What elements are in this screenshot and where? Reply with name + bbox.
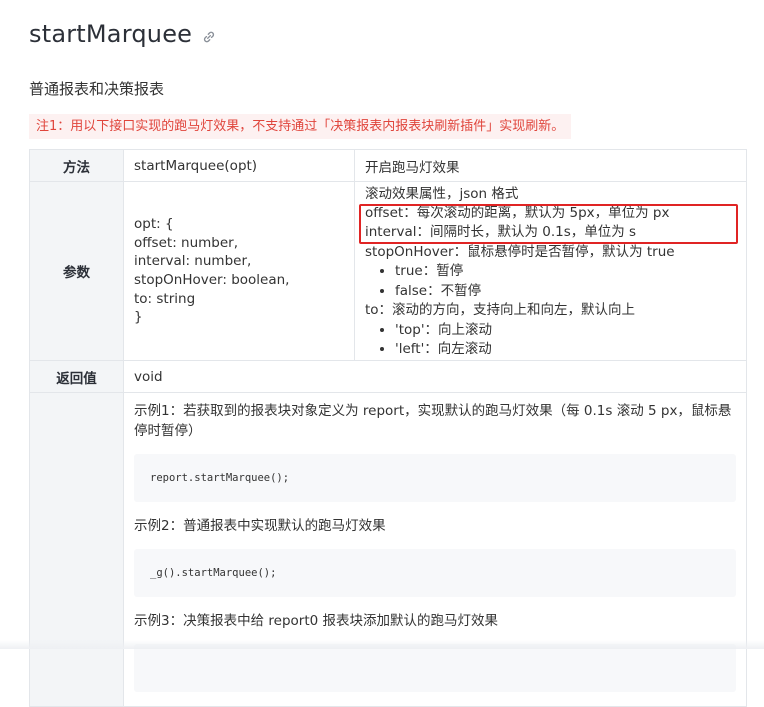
bottom-scroll-shade <box>0 640 764 649</box>
example-2-text: 示例2：普通报表中实现默认的跑马灯效果 <box>134 518 386 534</box>
params-code-line: offset: number, <box>134 234 239 251</box>
params-code-line: stopOnHover: boolean, <box>134 272 290 288</box>
return-value: void <box>123 360 747 393</box>
page-title: startMarquee <box>29 20 193 48</box>
title-row: startMarquee <box>29 18 216 50</box>
params-desc-intro: 滚动效果属性，json 格式 <box>365 185 519 202</box>
method-desc: 开启跑马灯效果 <box>354 149 747 182</box>
example-2-code[interactable]: _g().startMarquee(); <box>134 549 736 597</box>
table-row-return: 返回值 void <box>29 360 747 393</box>
params-desc-to: to：滚动的方向，支持向上和向左，默认向上 <box>365 302 636 319</box>
section-subtitle: 普通报表和决策报表 <box>29 80 165 98</box>
params-code-line: } <box>134 309 143 326</box>
table-row-examples: 示例1：若获取到的报表块对象定义为 report，实现默认的跑马灯效果（每 0.… <box>29 392 747 707</box>
to-options-list: 'top'：向上滚动 'left'：向左滚动 <box>365 321 736 360</box>
api-table: 方法 startMarquee(opt) 开启跑马灯效果 参数 opt: { o… <box>29 149 747 707</box>
params-desc: 滚动效果属性，json 格式 offset：每次滚动的距离，默认为 5px，单位… <box>354 181 747 361</box>
table-row-method: 方法 startMarquee(opt) 开启跑马灯效果 <box>29 149 747 182</box>
params-code: opt: { offset: number, interval: number,… <box>123 181 355 361</box>
method-value: startMarquee(opt) <box>123 149 355 182</box>
example-1-code[interactable]: report.startMarquee(); <box>134 454 736 502</box>
example-1-text: 示例1：若获取到的报表块对象定义为 report，实现默认的跑马灯效果（每 0.… <box>134 403 732 439</box>
highlight-annotation-box <box>359 203 738 244</box>
params-code-line: interval: number, <box>134 253 252 270</box>
stop-options-list: true：暂停 false：不暂停 <box>365 262 736 301</box>
link-icon[interactable] <box>202 30 216 44</box>
params-code-line: to: string <box>134 290 196 307</box>
example-3-code[interactable] <box>134 644 736 692</box>
list-item: 'top'：向上滚动 <box>395 321 736 340</box>
params-desc-stop: stopOnHover：鼠标悬停时是否暂停，默认为 true <box>365 243 675 260</box>
warning-note: 注1：用以下接口实现的跑马灯效果，不支持通过「决策报表内报表块刷新插件」实现刷新… <box>29 114 572 139</box>
list-item: true：暂停 <box>395 262 736 281</box>
params-key: 参数 <box>29 181 124 361</box>
list-item: 'left'：向左滚动 <box>395 340 736 359</box>
examples-cell: 示例1：若获取到的报表块对象定义为 report，实现默认的跑马灯效果（每 0.… <box>123 392 747 707</box>
return-key: 返回值 <box>29 360 124 393</box>
example-3-text: 示例3：决策报表中给 report0 报表块添加默认的跑马灯效果 <box>134 613 498 629</box>
list-item: false：不暂停 <box>395 282 736 301</box>
examples-key <box>29 392 124 707</box>
table-row-params: 参数 opt: { offset: number, interval: numb… <box>29 181 747 361</box>
params-code-line: opt: { <box>134 216 174 233</box>
method-key: 方法 <box>29 149 124 182</box>
